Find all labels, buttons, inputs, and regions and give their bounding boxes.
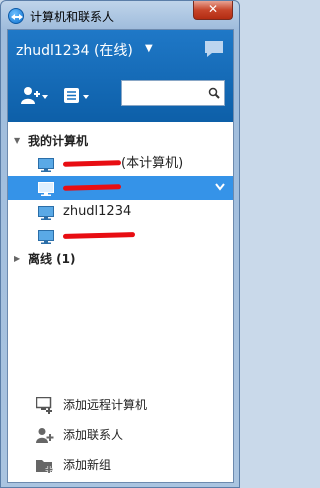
add-remote-computer-link[interactable]: 添加远程计算机 <box>8 390 233 420</box>
search-icon[interactable] <box>208 87 220 102</box>
redaction-mark <box>62 232 136 239</box>
account-status[interactable]: zhudl1234 (在线) <box>16 40 133 60</box>
contacts-panel: zhudl1234 (在线) ▼ ▼ 我的计算机 (本计算机) zhudl123… <box>7 29 234 483</box>
title-bar[interactable]: 计算机和联系人 ✕ <box>1 1 239 29</box>
app-window: 计算机和联系人 ✕ zhudl1234 (在线) ▼ ▼ 我的计算机 (本计算机… <box>0 0 240 488</box>
add-group-label: 添加新组 <box>63 458 112 472</box>
add-group-link[interactable]: 添加新组 <box>8 450 233 480</box>
group-my-computers[interactable]: ▼ 我的计算机 <box>8 130 233 152</box>
chevron-down-icon[interactable] <box>215 176 225 200</box>
computer-item-redacted[interactable] <box>8 224 233 248</box>
computer-label: zhudl1234 <box>63 204 132 219</box>
computer-item-zhudl1234[interactable]: zhudl1234 <box>8 200 233 224</box>
add-folder-icon <box>36 456 54 486</box>
computer-item-laowang[interactable] <box>8 176 233 200</box>
computer-item-this[interactable]: (本计算机) <box>8 152 233 176</box>
computer-list: ▼ 我的计算机 (本计算机) zhudl1234 ▶ 离线 (1) <box>8 130 233 270</box>
search-box[interactable] <box>121 80 225 106</box>
footer-actions: 添加远程计算机 添加联系人 添加新组 <box>8 390 233 480</box>
group-label: 离线 (1) <box>28 252 76 266</box>
add-contact-dropdown[interactable] <box>21 86 49 109</box>
close-button[interactable]: ✕ <box>193 1 233 20</box>
add-contact-label: 添加联系人 <box>63 428 124 442</box>
group-label: 我的计算机 <box>28 134 89 148</box>
redaction-mark <box>62 160 122 167</box>
teamviewer-icon <box>8 8 24 24</box>
add-remote-label: 添加远程计算机 <box>63 398 148 412</box>
search-input[interactable] <box>126 81 206 105</box>
collapse-triangle-icon[interactable]: ▶ <box>14 248 20 270</box>
account-header: zhudl1234 (在线) ▼ <box>8 30 233 122</box>
computer-label: (本计算机) <box>121 156 184 171</box>
chat-icon[interactable] <box>203 39 225 62</box>
list-view-dropdown[interactable] <box>63 86 93 109</box>
redaction-mark <box>62 184 122 191</box>
window-title: 计算机和联系人 <box>30 10 115 24</box>
expand-triangle-icon[interactable]: ▼ <box>14 130 20 152</box>
add-contact-link[interactable]: 添加联系人 <box>8 420 233 450</box>
group-offline[interactable]: ▶ 离线 (1) <box>8 248 233 270</box>
chevron-down-icon[interactable]: ▼ <box>145 43 153 54</box>
